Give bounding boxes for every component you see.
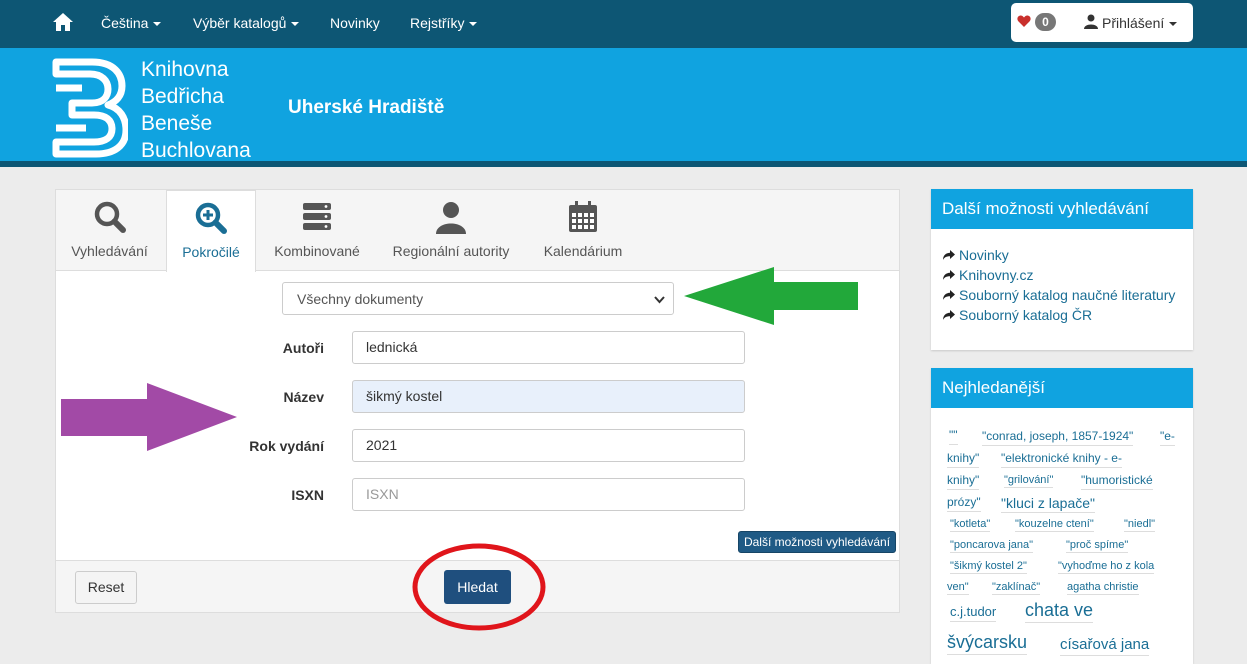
library-city: Uherské Hradiště: [288, 97, 445, 118]
document-type-select[interactable]: Všechny dokumenty: [282, 282, 674, 315]
tag-link[interactable]: prózy": [947, 495, 981, 512]
tag-link[interactable]: knihy": [947, 451, 980, 468]
sidebar-link-union-catalog[interactable]: Souborný katalog ČR: [942, 305, 1193, 325]
library-logo-icon[interactable]: [52, 58, 128, 158]
tab-advanced-search[interactable]: Pokročilé: [166, 190, 256, 272]
tag-link[interactable]: "humoristické: [1081, 473, 1153, 490]
tag-link[interactable]: "conrad, joseph, 1857-1924": [982, 429, 1134, 446]
chevron-down-icon: [153, 22, 162, 27]
tag-link[interactable]: "": [949, 428, 958, 445]
most-searched-title: Nejhledanější: [931, 368, 1193, 408]
reset-button[interactable]: Reset: [75, 571, 137, 604]
tab-regional-authorities[interactable]: Regionální autority: [381, 190, 521, 271]
user-icon: [1084, 14, 1098, 29]
tag-link[interactable]: "poncarova jana": [950, 538, 1034, 554]
sidebar-link-news[interactable]: Novinky: [942, 245, 1193, 265]
user-area: 0 Přihlášení: [1011, 3, 1193, 42]
tag-link[interactable]: švýcarsku: [947, 631, 1028, 656]
most-searched-box: Nejhledanější "" "conrad, joseph, 1857-1…: [931, 368, 1193, 664]
authors-label: Autoři: [282, 340, 324, 356]
heart-icon[interactable]: [1017, 14, 1031, 28]
red-circle-annotation: [412, 543, 546, 631]
tag-cloud: "" "conrad, joseph, 1857-1924" "e- knihy…: [931, 408, 1193, 664]
favorites-count-badge[interactable]: 0: [1035, 13, 1056, 31]
tag-link[interactable]: agatha christie: [1067, 580, 1139, 596]
more-search-options-box: Další možnosti vyhledávání Novinky Kniho…: [931, 189, 1193, 350]
zoom-plus-icon: [195, 202, 227, 234]
chevron-down-icon: [1169, 22, 1178, 27]
tab-basic-search[interactable]: Vyhledávání: [56, 190, 163, 271]
tag-link[interactable]: "niedl": [1124, 517, 1156, 533]
sidebar-link-knihovny[interactable]: Knihovny.cz: [942, 265, 1193, 285]
search-tabs: Vyhledávání Pokročilé Kombinované Region…: [56, 190, 899, 272]
person-icon: [436, 202, 466, 234]
library-name: Knihovna Bedřicha Beneše Buchlovana: [141, 58, 251, 162]
chevron-down-icon: [469, 22, 478, 27]
tag-link[interactable]: "grilování": [1004, 473, 1054, 489]
tag-link[interactable]: knihy": [947, 473, 980, 490]
isxn-label: ISXN: [291, 487, 324, 503]
tag-link[interactable]: "e-: [1160, 429, 1175, 446]
share-arrow-icon: [943, 270, 955, 280]
search-icon: [94, 201, 126, 233]
year-input[interactable]: 2021: [352, 429, 745, 462]
sidebar-link-science-catalog[interactable]: Souborný katalog naučné literatury: [942, 285, 1193, 305]
nav-news[interactable]: Novinky: [330, 15, 380, 31]
tag-link[interactable]: "proč spíme": [1066, 538, 1129, 554]
server-icon: [303, 203, 331, 230]
tag-link[interactable]: ven": [947, 580, 969, 596]
share-arrow-icon: [943, 290, 955, 300]
nav-indexes[interactable]: Rejstříky: [410, 15, 478, 31]
tag-link[interactable]: "vyhoďme ho z kola: [1058, 559, 1155, 575]
chevron-down-icon: [291, 22, 300, 27]
isxn-input[interactable]: ISXN: [352, 478, 745, 511]
green-arrow-annotation: [684, 267, 858, 325]
tag-link[interactable]: "kouzelne ctení": [1015, 517, 1094, 533]
tab-combined-search[interactable]: Kombinované: [261, 190, 373, 271]
tag-link[interactable]: "zaklínač": [992, 580, 1041, 596]
share-arrow-icon: [943, 250, 955, 260]
login-button[interactable]: Přihlášení: [1102, 15, 1178, 31]
tag-link[interactable]: "kluci z lapače": [1001, 494, 1095, 514]
tab-calendar[interactable]: Kalendárium: [530, 190, 636, 271]
purple-arrow-annotation: [61, 383, 237, 451]
nav-language[interactable]: Čeština: [101, 15, 162, 31]
title-input[interactable]: šikmý kostel: [352, 380, 745, 413]
calendar-icon: [569, 201, 597, 232]
tag-link[interactable]: císařová jana: [1060, 635, 1150, 656]
tag-link[interactable]: c.j.tudor: [950, 604, 997, 622]
home-icon[interactable]: [52, 11, 74, 33]
tag-link[interactable]: "elektronické knihy - e-: [1001, 451, 1122, 468]
tag-link[interactable]: chata ve: [1025, 599, 1094, 624]
tag-link[interactable]: "šikmý kostel 2": [950, 559, 1027, 575]
nav-catalog-select[interactable]: Výběr katalogů: [193, 15, 300, 31]
authors-input[interactable]: lednická: [352, 331, 745, 364]
more-search-options-button[interactable]: Další možnosti vyhledávání: [738, 531, 896, 553]
chevron-down-icon: [654, 296, 665, 304]
top-navbar: Čeština Výběr katalogů Novinky Rejstříky…: [0, 0, 1247, 48]
tag-link[interactable]: "kotleta": [950, 517, 991, 533]
more-search-options-title: Další možnosti vyhledávání: [931, 189, 1193, 229]
share-arrow-icon: [943, 310, 955, 320]
